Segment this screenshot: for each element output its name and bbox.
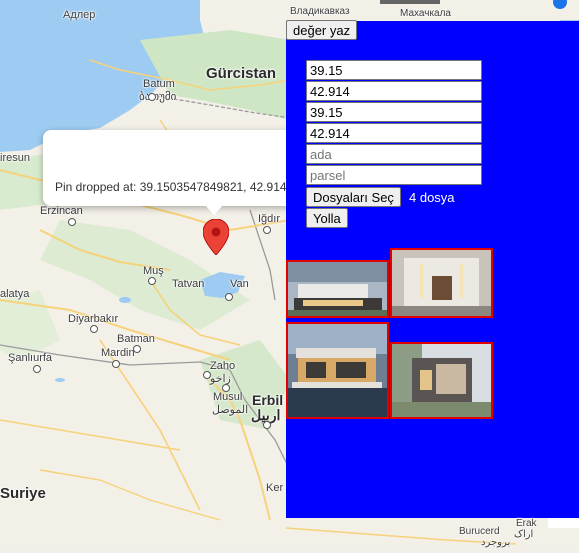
place-mardin: Mardin	[101, 347, 135, 359]
city-dot-van	[225, 293, 233, 301]
place-sanliurfa: Şanlıurfa	[8, 352, 53, 364]
image-thumbnail-3[interactable]	[286, 322, 389, 419]
place-suriye: Suriye	[0, 485, 46, 502]
choose-files-button[interactable]: Dosyaları Seç	[306, 187, 401, 207]
info-window-tail	[205, 205, 223, 215]
write-value-button[interactable]: değer yaz	[286, 20, 358, 40]
place-batum: Batum	[143, 78, 175, 90]
city-dot-erbil	[263, 421, 271, 429]
send-button[interactable]: Yolla	[306, 208, 348, 228]
place-diyarbakir: Diyarbakır	[68, 313, 119, 325]
info-window: Pin dropped at: 39.1503547849821, 42.914	[43, 130, 303, 215]
longitude-field-1[interactable]	[306, 81, 482, 101]
place-tatvan: Tatvan	[172, 278, 205, 290]
place-erbil: Erbil	[252, 392, 284, 408]
city-dot-zaho	[203, 371, 211, 379]
parsel-field[interactable]	[306, 165, 482, 185]
place-gurcistan: Gürcistan	[206, 65, 277, 82]
place-erzincan: Erzincan	[40, 205, 83, 217]
image-thumbnail-4[interactable]	[390, 342, 493, 419]
place-zaho-ar: زاخو	[210, 373, 231, 385]
city-dot-batman	[133, 345, 141, 353]
place-erak-fa: اراک	[514, 529, 534, 540]
place-kirkuk: Ker	[266, 482, 284, 494]
place-zaho: Zaho	[210, 360, 236, 372]
place-mus: Muş	[143, 265, 164, 277]
map-attribution	[548, 518, 579, 528]
place-batum-geo: ბათუმი	[139, 91, 177, 103]
place-burucerd-fa: بروجرد	[481, 537, 511, 548]
place-batman: Batman	[117, 333, 155, 345]
info-window-text: Pin dropped at: 39.1503547849821, 42.914	[55, 180, 287, 194]
city-dot-sanliurfa	[33, 365, 41, 373]
place-musul: Musul	[213, 391, 243, 403]
map-bottom-strip: Burucerd بروجرد Erak اراک	[285, 518, 579, 548]
image-thumbnail-2[interactable]	[390, 248, 493, 318]
place-vladikavkaz: Владикавказ	[290, 6, 350, 17]
city-dot-igdir	[263, 226, 271, 234]
place-musul-ar: الموصل	[212, 404, 249, 416]
place-igdir: Iğdır	[258, 213, 281, 225]
file-count-label: 4 dosya	[409, 190, 455, 205]
city-dot-mus	[148, 277, 156, 285]
city-dot-mardin	[112, 360, 120, 368]
city-dot-erzincan	[68, 218, 76, 226]
latitude-field-1[interactable]	[306, 60, 482, 80]
latitude-field-2[interactable]	[306, 102, 482, 122]
place-adler: Адлер	[63, 9, 96, 21]
image-thumbnail-1[interactable]	[286, 260, 389, 318]
map-pin-icon[interactable]	[203, 219, 229, 255]
ada-field[interactable]	[306, 144, 482, 164]
place-giresun: iresun	[0, 152, 30, 164]
place-malatya: alatya	[0, 288, 30, 300]
place-burucerd: Burucerd	[459, 526, 500, 537]
place-mahachkala: Махачкала	[400, 8, 451, 19]
city-dot-diyarbakir	[90, 325, 98, 333]
city-dot-batum	[148, 93, 156, 101]
city-dot-musul	[222, 384, 230, 392]
longitude-field-2[interactable]	[306, 123, 482, 143]
place-erak: Erak	[516, 518, 537, 529]
place-van: Van	[230, 278, 249, 290]
